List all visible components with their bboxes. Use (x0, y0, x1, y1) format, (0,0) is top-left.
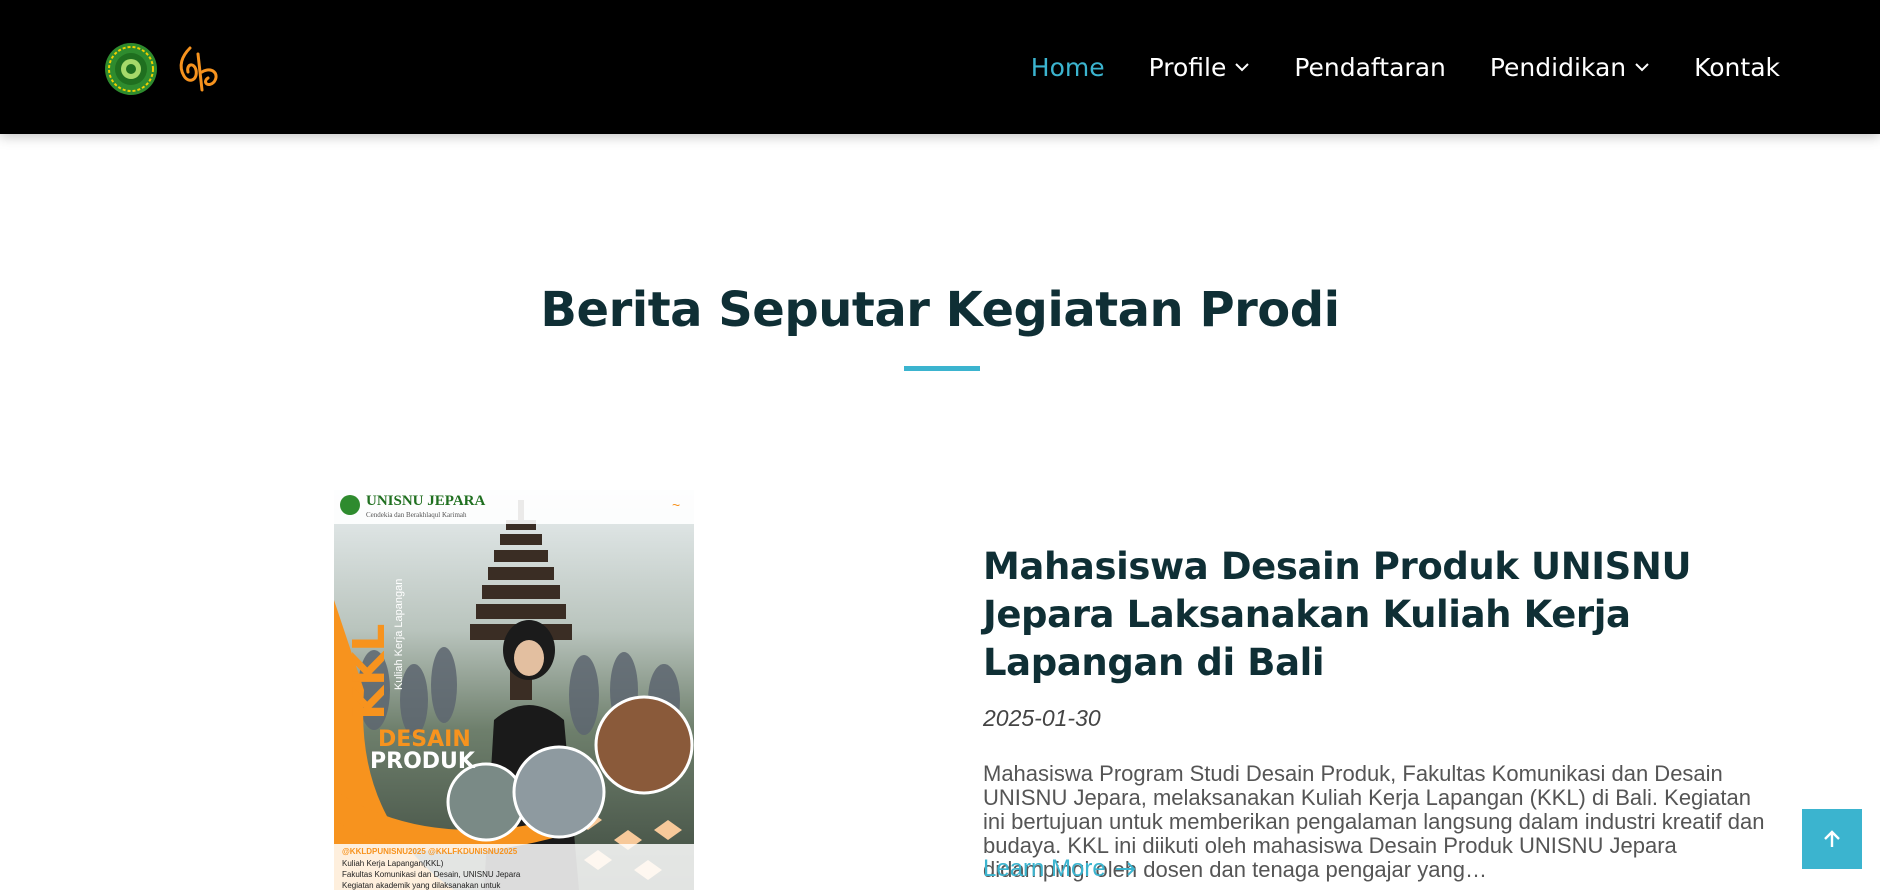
logo-group[interactable] (104, 42, 224, 96)
arrow-up-icon (1824, 830, 1840, 847)
poster-corner-mark: ~ (672, 497, 680, 513)
nav-item-kontak[interactable]: Kontak (1694, 53, 1780, 82)
poster-caption-3: Kegiatan akademik yang dilaksanakan untu… (342, 881, 501, 890)
poster-kkl: KKL (344, 624, 395, 720)
nav-item-profile[interactable]: Profile (1149, 53, 1251, 82)
site-header: Home Profile Pendaftaran Pendidikan Kont… (0, 0, 1880, 134)
poster-tagline: Cendekia dan Berakhlaqul Karimah (366, 511, 467, 519)
back-to-top-button[interactable] (1802, 809, 1862, 869)
nav-label-home: Home (1030, 52, 1105, 82)
chevron-down-icon (1635, 63, 1649, 72)
nav-label-profile: Profile (1148, 52, 1227, 82)
university-seal-logo[interactable] (104, 42, 158, 96)
nav-item-pendaftaran[interactable]: Pendaftaran (1294, 53, 1446, 82)
nav-item-home[interactable]: Home (1031, 53, 1105, 82)
chevron-down-icon (1235, 63, 1250, 72)
learn-more-label: Learn More (983, 855, 1106, 882)
poster-kkl-full: Kuliah Kerja Lapangan (393, 579, 405, 690)
poster-brand: UNISNU JEPARA (366, 493, 485, 509)
kkl-poster-graphic: UNISNU JEPARA Cendekia dan Berakhlaqul K… (334, 490, 694, 890)
article-date: 2025-01-30 (983, 705, 1101, 731)
news-poster-image[interactable]: UNISNU JEPARA Cendekia dan Berakhlaqul K… (334, 490, 694, 890)
section-title: Berita Seputar Kegiatan Prodi (540, 282, 1340, 338)
title-underline (904, 366, 980, 371)
poster-hashtags: @KKLDPUNISNU2025 @KKLFKDUNISNU2025 (342, 847, 518, 856)
nav-label-pendidikan: Pendidikan (1489, 52, 1627, 82)
main-nav: Home Profile Pendaftaran Pendidikan Kont… (1031, 0, 1780, 134)
poster-caption-2: Fakultas Komunikasi dan Desain, UNISNU J… (342, 870, 521, 879)
prodi-mark-logo[interactable] (172, 42, 224, 96)
article-title[interactable]: Mahasiswa Desain Produk UNISNU Jepara La… (983, 543, 1783, 687)
poster-caption-1: Kuliah Kerja Lapangan(KKL) (342, 859, 444, 868)
poster-produk: PRODUK (370, 749, 476, 774)
learn-more-link[interactable]: Learn More (983, 855, 1138, 883)
nav-label-pendaftaran: Pendaftaran (1294, 52, 1446, 82)
arrow-right-icon (1115, 862, 1136, 876)
nav-label-kontak: Kontak (1694, 52, 1780, 82)
nav-item-pendidikan[interactable]: Pendidikan (1490, 53, 1650, 82)
news-article: Mahasiswa Desain Produk UNISNU Jepara La… (983, 543, 1783, 882)
